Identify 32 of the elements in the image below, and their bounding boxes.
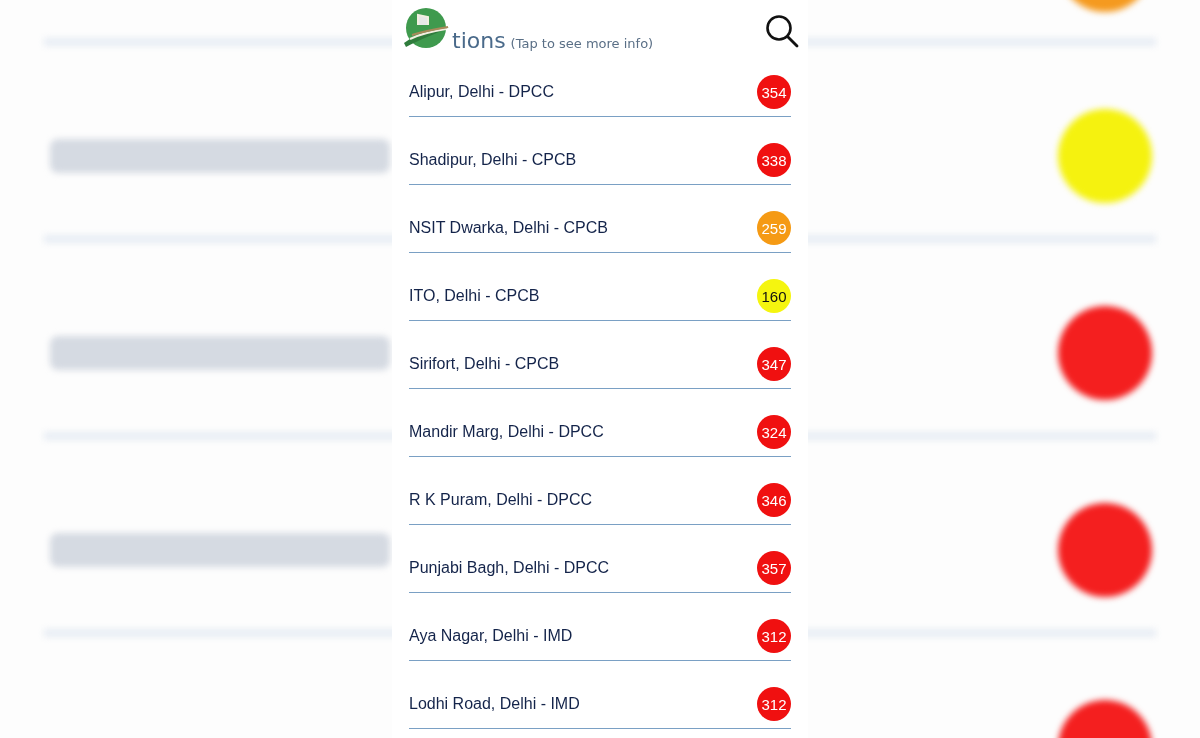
station-name: R K Puram, Delhi - DPCC [409, 491, 593, 509]
aqi-badge: 357 [757, 551, 791, 585]
search-icon[interactable] [765, 14, 799, 48]
station-item[interactable]: Sirifort, Delhi - CPCB 347 [409, 321, 791, 389]
aqi-badge: 354 [757, 75, 791, 109]
station-item[interactable]: ITO, Delhi - CPCB 160 [409, 253, 791, 321]
station-item[interactable]: Mandir Marg, Delhi - DPCC 324 [409, 389, 791, 457]
aqi-badge: 312 [757, 619, 791, 653]
station-name: Shadipur, Delhi - CPCB [409, 151, 577, 169]
aqi-badge: 324 [757, 415, 791, 449]
station-name: Punjabi Bagh, Delhi - DPCC [409, 559, 610, 577]
aqi-badge: 346 [757, 483, 791, 517]
logo-icon [402, 7, 450, 51]
station-item[interactable]: Shadipur, Delhi - CPCB 338 [409, 117, 791, 185]
station-name: NSIT Dwarka, Delhi - CPCB [409, 219, 608, 237]
aqi-badge: 347 [757, 347, 791, 381]
station-name: Alipur, Delhi - DPCC [409, 83, 554, 101]
station-item[interactable]: Aya Nagar, Delhi - IMD 312 [409, 593, 791, 661]
station-item[interactable]: Punjabi Bagh, Delhi - DPCC 357 [409, 525, 791, 593]
station-item[interactable]: NSIT Dwarka, Delhi - CPCB 259 [409, 185, 791, 253]
aqi-badge: 259 [757, 211, 791, 245]
hint-text: (Tap to see more info) [510, 36, 654, 51]
station-name: Lodhi Road, Delhi - IMD [409, 695, 580, 713]
station-name: Aya Nagar, Delhi - IMD [409, 627, 573, 645]
aqi-badge: 160 [757, 279, 791, 313]
aqi-badge: 312 [757, 687, 791, 721]
station-name: Mandir Marg, Delhi - DPCC [409, 423, 604, 441]
station-name: ITO, Delhi - CPCB [409, 287, 540, 305]
station-item[interactable]: R K Puram, Delhi - DPCC 346 [409, 457, 791, 525]
station-name: Sirifort, Delhi - CPCB [409, 355, 560, 373]
aqi-badge: 338 [757, 143, 791, 177]
station-item[interactable]: Lodhi Road, Delhi - IMD 312 [409, 661, 791, 729]
